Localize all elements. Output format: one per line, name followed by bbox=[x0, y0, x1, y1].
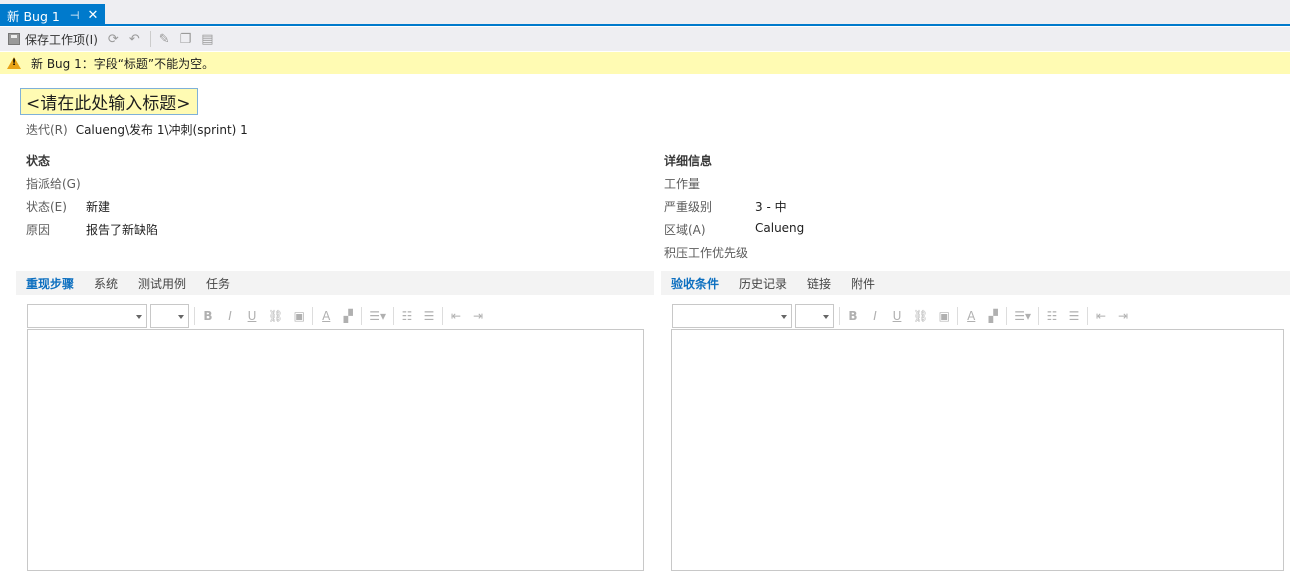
toolbar-separator bbox=[194, 307, 195, 325]
bullet-list-icon[interactable]: ☷ bbox=[401, 309, 413, 323]
validation-warning-bar: 新 Bug 1：字段“标题”不能为空。 bbox=[0, 52, 1290, 74]
font-size-select[interactable] bbox=[150, 304, 189, 328]
tab-test-cases[interactable]: 测试用例 bbox=[138, 275, 186, 292]
tab-system[interactable]: 系统 bbox=[94, 275, 118, 292]
font-color-button[interactable]: A bbox=[965, 309, 977, 323]
left-editor-toolbar: B I U ⛓ ▣ A ▞ ☰▾ ☷ ☰ ⇤ ⇥ bbox=[27, 303, 489, 329]
italic-button[interactable]: I bbox=[224, 309, 236, 323]
follow-button[interactable]: ✎ bbox=[159, 32, 170, 47]
tab-history[interactable]: 历史记录 bbox=[739, 275, 787, 292]
tab-links[interactable]: 链接 bbox=[807, 275, 831, 292]
document-tab-new-bug[interactable]: 新 Bug 1 ⊣ ✕ bbox=[0, 4, 105, 26]
copy-icon: ❐ bbox=[179, 31, 192, 47]
toolbar-separator bbox=[442, 307, 444, 325]
tab-repro-steps[interactable]: 重现步骤 bbox=[26, 275, 74, 292]
mail-icon: ▤ bbox=[201, 31, 214, 47]
close-icon[interactable]: ✕ bbox=[87, 8, 98, 23]
toolbar-separator bbox=[1006, 307, 1008, 325]
font-family-select[interactable] bbox=[27, 304, 147, 328]
severity-value[interactable]: 3 - 中 bbox=[755, 198, 787, 215]
area-label: 区域(A) bbox=[664, 223, 706, 237]
tab-acceptance-criteria[interactable]: 验收条件 bbox=[671, 275, 719, 292]
save-work-item-button[interactable]: 保存工作项(I) bbox=[8, 31, 98, 48]
warning-icon bbox=[7, 57, 21, 69]
iteration-value[interactable]: Calueng\发布 1\冲刺(sprint) 1 bbox=[76, 121, 248, 138]
pushpin-icon: ✎ bbox=[158, 31, 170, 47]
document-tab-label: 新 Bug 1 bbox=[7, 8, 60, 24]
refresh-button[interactable]: ⟳ bbox=[108, 32, 119, 47]
font-family-select[interactable] bbox=[672, 304, 792, 328]
outdent-icon[interactable]: ⇤ bbox=[450, 309, 462, 323]
state-field: 状态(E) 新建 bbox=[26, 198, 110, 215]
work-item-toolbar: 保存工作项(I) ⟳ ↶ ✎ ❐ ▤ bbox=[0, 27, 1290, 51]
tab-tasks[interactable]: 任务 bbox=[206, 275, 230, 292]
assigned-to-label: 指派给(G) bbox=[26, 177, 81, 191]
toolbar-separator bbox=[149, 31, 151, 47]
image-icon[interactable]: ▣ bbox=[293, 309, 305, 323]
undo-button[interactable]: ↶ bbox=[129, 32, 140, 47]
toolbar-separator bbox=[393, 307, 395, 325]
pin-icon[interactable]: ⊣ bbox=[70, 9, 80, 22]
warning-message: 新 Bug 1：字段“标题”不能为空。 bbox=[31, 56, 215, 71]
repro-steps-editor[interactable] bbox=[27, 329, 644, 571]
severity-label: 严重级别 bbox=[664, 200, 713, 214]
tab-attachments[interactable]: 附件 bbox=[851, 275, 875, 292]
link-icon[interactable]: ⛓ bbox=[268, 309, 283, 323]
underline-button[interactable]: U bbox=[246, 309, 258, 323]
effort-field: 工作量 bbox=[664, 175, 700, 192]
toolbar-separator bbox=[957, 307, 959, 325]
save-work-item-label: 保存工作项(I) bbox=[25, 32, 98, 47]
title-input[interactable]: <请在此处输入标题> bbox=[20, 88, 198, 115]
reason-value[interactable]: 报告了新缺陷 bbox=[86, 221, 158, 238]
bold-button[interactable]: B bbox=[847, 309, 859, 323]
bullet-list-icon[interactable]: ☷ bbox=[1046, 309, 1058, 323]
indent-icon[interactable]: ⇥ bbox=[472, 309, 484, 323]
area-field: 区域(A) Calueng bbox=[664, 221, 804, 238]
undo-icon: ↶ bbox=[128, 31, 140, 47]
assigned-to-field: 指派给(G) bbox=[26, 175, 81, 192]
toolbar-separator bbox=[312, 307, 314, 325]
toolbar-separator bbox=[839, 307, 840, 325]
font-size-select[interactable] bbox=[795, 304, 834, 328]
effort-label: 工作量 bbox=[664, 177, 701, 191]
image-icon[interactable]: ▣ bbox=[938, 309, 950, 323]
indent-icon[interactable]: ⇥ bbox=[1117, 309, 1129, 323]
reason-field: 原因 报告了新缺陷 bbox=[26, 221, 158, 238]
left-tab-bar: 重现步骤 系统 测试用例 任务 bbox=[16, 271, 654, 295]
acceptance-criteria-editor[interactable] bbox=[671, 329, 1284, 571]
document-tab-strip: 新 Bug 1 ⊣ ✕ bbox=[0, 0, 1290, 26]
italic-button[interactable]: I bbox=[869, 309, 881, 323]
email-work-item-button[interactable]: ▤ bbox=[201, 32, 213, 47]
outdent-icon[interactable]: ⇤ bbox=[1095, 309, 1107, 323]
align-icon[interactable]: ☰▾ bbox=[1014, 309, 1031, 323]
right-tab-bar: 验收条件 历史记录 链接 附件 bbox=[661, 271, 1290, 295]
status-section-header: 状态 bbox=[26, 154, 51, 168]
refresh-icon: ⟳ bbox=[107, 31, 119, 47]
reason-label: 原因 bbox=[26, 223, 51, 237]
font-color-button[interactable]: A bbox=[320, 309, 332, 323]
details-section-header: 详细信息 bbox=[664, 154, 713, 168]
iteration-field: 迭代(R) Calueng\发布 1\冲刺(sprint) 1 bbox=[26, 121, 248, 138]
bold-button[interactable]: B bbox=[202, 309, 214, 323]
link-icon[interactable]: ⛓ bbox=[913, 309, 928, 323]
iteration-label: 迭代(R) bbox=[26, 123, 68, 137]
area-value[interactable]: Calueng bbox=[755, 221, 804, 238]
highlight-icon[interactable]: ▞ bbox=[987, 309, 999, 323]
severity-field: 严重级别 3 - 中 bbox=[664, 198, 787, 215]
backlog-priority-field: 积压工作优先级 bbox=[664, 244, 748, 261]
save-icon bbox=[8, 33, 20, 45]
underline-button[interactable]: U bbox=[891, 309, 903, 323]
numbered-list-icon[interactable]: ☰ bbox=[423, 309, 435, 323]
backlog-priority-label: 积压工作优先级 bbox=[664, 246, 749, 260]
highlight-icon[interactable]: ▞ bbox=[342, 309, 354, 323]
state-label: 状态(E) bbox=[26, 200, 67, 214]
toolbar-separator bbox=[1087, 307, 1089, 325]
state-value[interactable]: 新建 bbox=[86, 198, 110, 215]
align-icon[interactable]: ☰▾ bbox=[369, 309, 386, 323]
toolbar-separator bbox=[1038, 307, 1040, 325]
copy-work-item-button[interactable]: ❐ bbox=[180, 32, 192, 47]
toolbar-separator bbox=[361, 307, 363, 325]
right-editor-toolbar: B I U ⛓ ▣ A ▞ ☰▾ ☷ ☰ ⇤ ⇥ bbox=[672, 303, 1134, 329]
numbered-list-icon[interactable]: ☰ bbox=[1068, 309, 1080, 323]
